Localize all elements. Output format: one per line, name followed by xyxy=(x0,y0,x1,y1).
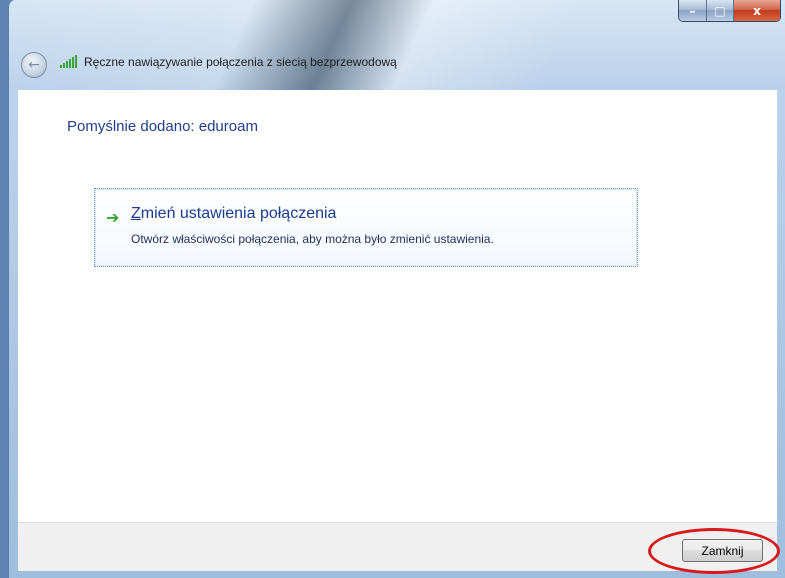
window-title: Ręczne nawiązywanie połączenia z siecią … xyxy=(84,55,397,69)
green-arrow-icon: ➔ xyxy=(106,208,120,227)
back-arrow-icon: ← xyxy=(28,57,40,73)
title-bar: – □ x ← Ręczne nawiązywanie połączenia z… xyxy=(9,0,785,90)
option-description: Otwórz właściwości połączenia, aby można… xyxy=(131,232,494,246)
close-button[interactable]: Zamknij xyxy=(682,539,763,562)
dialog-window: – □ x ← Ręczne nawiązywanie połączenia z… xyxy=(8,0,785,578)
maximize-button[interactable]: □ xyxy=(707,0,734,21)
option-title-text: mień ustawienia połączenia xyxy=(140,205,337,222)
wireless-signal-icon xyxy=(60,55,77,68)
content-area: Pomyślnie dodano: eduroam ➔ Zmień ustawi… xyxy=(18,90,777,522)
access-key-letter: Z xyxy=(131,205,141,222)
option-title: Zmień ustawienia połączenia xyxy=(131,205,336,223)
change-connection-settings-link[interactable]: ➔ Zmień ustawienia połączenia Otwórz wła… xyxy=(94,188,638,267)
window-controls: – □ x xyxy=(678,0,781,22)
page-heading: Pomyślnie dodano: eduroam xyxy=(67,118,258,135)
close-window-button[interactable]: x xyxy=(734,0,780,21)
dialog-footer: Zamknij xyxy=(18,522,777,571)
back-button[interactable]: ← xyxy=(21,52,47,78)
minimize-button[interactable]: – xyxy=(679,0,707,21)
